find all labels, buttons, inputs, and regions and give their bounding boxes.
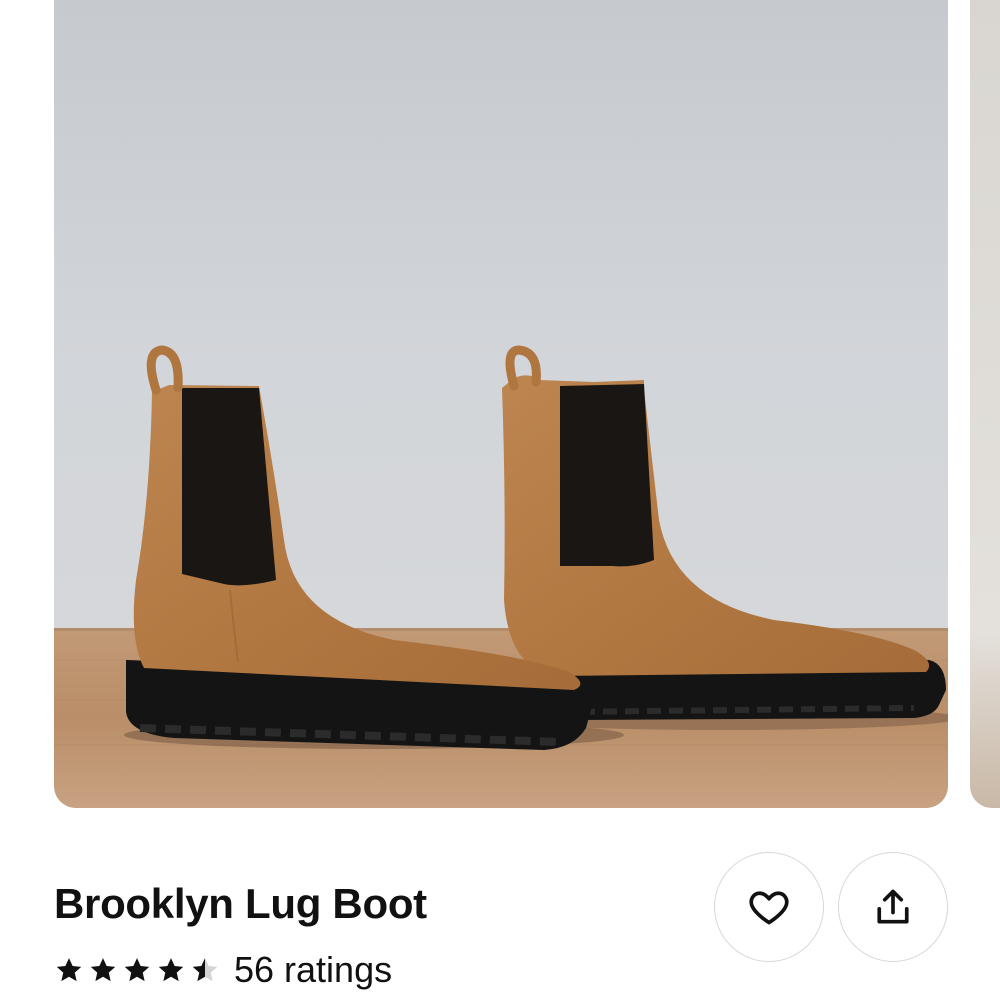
ratings-count[interactable]: 56 ratings [234,949,392,991]
star-full-icon [56,958,82,982]
star-full-icon [124,958,150,982]
star-full-icon [90,958,116,982]
favorite-button[interactable] [714,852,824,962]
rating-stars [54,955,220,985]
boots-photo [54,345,948,808]
heart-icon [749,891,789,925]
share-icon [877,889,909,924]
product-title: Brooklyn Lug Boot [54,880,427,927]
next-product-image-preview[interactable] [970,0,1000,808]
star-full-icon [158,958,184,982]
product-image[interactable] [54,0,948,808]
share-button[interactable] [838,852,948,962]
star-half-icon [192,958,218,982]
product-rating[interactable]: 56 ratings [54,948,392,992]
product-image-carousel[interactable] [0,0,1000,810]
